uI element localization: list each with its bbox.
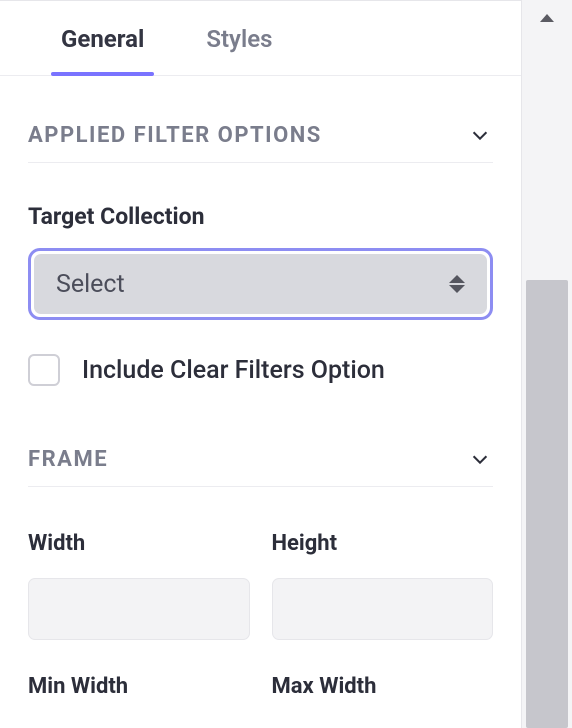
- section-frame[interactable]: FRAME: [28, 386, 493, 487]
- tab-styles[interactable]: Styles: [202, 25, 276, 75]
- scroll-up-icon[interactable]: [540, 14, 554, 22]
- properties-panel: General Styles APPLIED FILTER OPTIONS Ta…: [0, 0, 522, 728]
- include-clear-filters-label: Include Clear Filters Option: [82, 356, 385, 385]
- panel-content: APPLIED FILTER OPTIONS Target Collection…: [0, 76, 521, 699]
- section-applied-filter-options[interactable]: APPLIED FILTER OPTIONS: [28, 76, 493, 163]
- height-label: Height: [272, 531, 494, 556]
- select-value: Select: [56, 270, 125, 299]
- target-collection-label: Target Collection: [28, 203, 493, 230]
- tabs: General Styles: [0, 1, 521, 76]
- scrollbar-track[interactable]: [522, 0, 572, 728]
- height-input[interactable]: [272, 578, 494, 640]
- scrollbar-thumb[interactable]: [526, 280, 568, 728]
- section-title: APPLIED FILTER OPTIONS: [28, 123, 322, 148]
- min-width-label: Min Width: [28, 674, 250, 699]
- tab-general[interactable]: General: [57, 25, 148, 75]
- include-clear-filters-row: Include Clear Filters Option: [28, 354, 493, 386]
- max-width-label: Max Width: [272, 674, 494, 699]
- sort-icon: [449, 275, 465, 293]
- include-clear-filters-checkbox[interactable]: [28, 354, 60, 386]
- target-collection-select[interactable]: Select: [28, 248, 493, 320]
- chevron-down-icon: [467, 122, 493, 148]
- width-input[interactable]: [28, 578, 250, 640]
- chevron-down-icon: [467, 446, 493, 472]
- section-title: FRAME: [28, 447, 108, 472]
- width-label: Width: [28, 531, 250, 556]
